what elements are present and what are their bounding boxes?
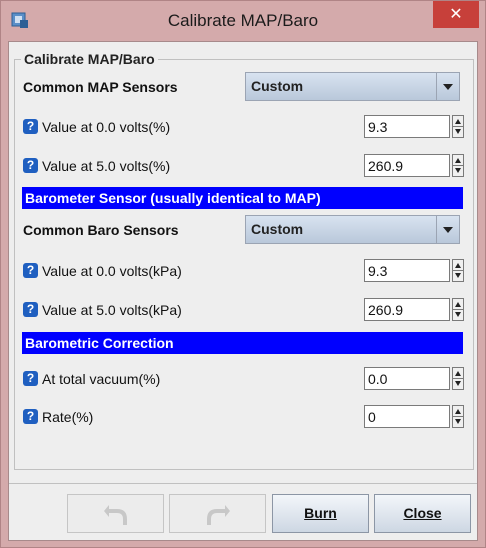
baro-v5-row: ? Value at 5.0 volts(kPa) xyxy=(23,298,473,322)
map-v0-label: Value at 0.0 volts(%) xyxy=(42,119,171,135)
help-icon[interactable]: ? xyxy=(23,263,38,278)
map-sensors-row: Common MAP Sensors Custom xyxy=(23,72,473,102)
baro-v5-label: Value at 5.0 volts(kPa) xyxy=(42,302,182,318)
button-divider xyxy=(9,483,477,486)
map-v5-spinner[interactable] xyxy=(452,154,464,177)
rate-label: Rate(%) xyxy=(42,409,94,425)
map-sensors-value: Custom xyxy=(251,78,304,94)
chevron-down-icon[interactable] xyxy=(436,73,459,100)
map-v5-input[interactable] xyxy=(364,154,450,177)
help-icon[interactable]: ? xyxy=(23,371,38,386)
redo-button[interactable] xyxy=(169,494,266,533)
baro-v0-input[interactable] xyxy=(364,259,450,282)
close-icon: ✕ xyxy=(449,6,463,23)
title-bar[interactable]: Calibrate MAP/Baro ✕ xyxy=(1,1,485,41)
burn-button-label: Burn xyxy=(304,505,337,521)
map-sensors-label: Common MAP Sensors xyxy=(23,79,178,95)
close-button-label: Close xyxy=(403,505,442,521)
map-v5-row: ? Value at 5.0 volts(%) xyxy=(23,154,473,178)
help-icon[interactable]: ? xyxy=(23,302,38,317)
map-sensors-select[interactable]: Custom xyxy=(245,72,460,101)
group-legend: Calibrate MAP/Baro xyxy=(21,51,158,67)
burn-button[interactable]: Burn xyxy=(272,494,369,533)
calibrate-group: Calibrate MAP/Baro Common MAP Sensors Cu… xyxy=(14,51,474,470)
undo-button[interactable] xyxy=(67,494,164,533)
baro-sensors-select[interactable]: Custom xyxy=(245,215,460,244)
dialog-content: Calibrate MAP/Baro Common MAP Sensors Cu… xyxy=(8,41,478,541)
vacuum-row: ? At total vacuum(%) xyxy=(23,367,473,391)
rate-input[interactable] xyxy=(364,405,450,428)
baro-v0-spinner[interactable] xyxy=(452,259,464,282)
vacuum-input[interactable] xyxy=(364,367,450,390)
baro-v5-input[interactable] xyxy=(364,298,450,321)
window-title: Calibrate MAP/Baro xyxy=(167,11,319,30)
map-v5-label: Value at 5.0 volts(%) xyxy=(42,158,171,174)
barometer-section-header: Barometer Sensor (usually identical to M… xyxy=(22,187,463,209)
redo-icon xyxy=(206,505,230,525)
baro-sensors-row: Common Baro Sensors Custom xyxy=(23,215,473,245)
map-v0-row: ? Value at 0.0 volts(%) xyxy=(23,115,473,139)
chevron-down-icon[interactable] xyxy=(436,216,459,243)
baro-sensors-value: Custom xyxy=(251,221,304,237)
rate-spinner[interactable] xyxy=(452,405,464,428)
window-close-button[interactable]: ✕ xyxy=(433,1,479,28)
close-button[interactable]: Close xyxy=(374,494,471,533)
vacuum-spinner[interactable] xyxy=(452,367,464,390)
rate-row: ? Rate(%) xyxy=(23,405,473,429)
barometric-correction-header: Barometric Correction xyxy=(22,332,463,354)
baro-sensors-label: Common Baro Sensors xyxy=(23,222,179,238)
baro-v5-spinner[interactable] xyxy=(452,298,464,321)
map-v0-spinner[interactable] xyxy=(452,115,464,138)
map-v0-input[interactable] xyxy=(364,115,450,138)
baro-v0-row: ? Value at 0.0 volts(kPa) xyxy=(23,259,473,283)
help-icon[interactable]: ? xyxy=(23,409,38,424)
dialog-window: Calibrate MAP/Baro ✕ Calibrate MAP/Baro … xyxy=(0,0,486,548)
help-icon[interactable]: ? xyxy=(23,119,38,134)
baro-v0-label: Value at 0.0 volts(kPa) xyxy=(42,263,182,279)
help-icon[interactable]: ? xyxy=(23,158,38,173)
vacuum-label: At total vacuum(%) xyxy=(42,371,161,387)
undo-icon xyxy=(103,505,127,525)
